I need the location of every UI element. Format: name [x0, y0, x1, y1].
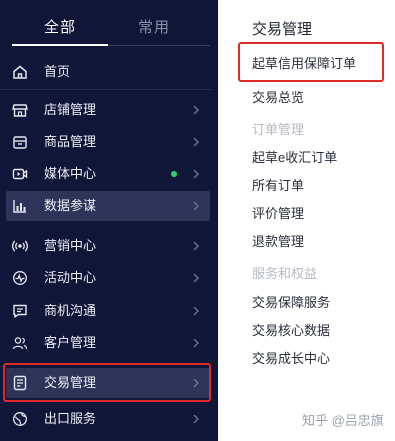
store-icon	[12, 102, 28, 118]
sidebar-item-messages[interactable]: 商机沟通	[0, 296, 212, 326]
chevron-right-icon	[191, 198, 201, 214]
video-icon	[12, 166, 28, 182]
sidebar-item-data[interactable]: 数据参谋	[6, 191, 210, 221]
chevron-right-icon	[191, 238, 201, 254]
sidebar-item-label: 首页	[44, 64, 71, 79]
submenu-link-guarantee-service[interactable]: 交易保障服务	[252, 295, 330, 311]
chevron-right-icon	[191, 166, 201, 182]
submenu-link-draft-ecollect[interactable]: 起草e收汇订单	[252, 150, 337, 166]
submenu-link-all-orders[interactable]: 所有订单	[252, 178, 304, 194]
sidebar-tabs: 全部 常用	[0, 0, 218, 52]
submenu-link-overview[interactable]: 交易总览	[252, 90, 304, 106]
submenu-group-heading: 订单管理	[252, 122, 305, 137]
new-badge-dot	[171, 171, 177, 177]
tab-common[interactable]: 常用	[106, 16, 202, 37]
sidebar-item-activity[interactable]: 活动中心	[0, 263, 212, 293]
sidebar-item-label: 活动中心	[44, 270, 97, 285]
chevron-right-icon	[191, 102, 201, 118]
sidebar-item-label: 出口服务	[44, 411, 97, 426]
tab-divider	[108, 45, 210, 46]
sidebar-item-media[interactable]: 媒体中心	[0, 159, 212, 189]
globe-icon	[12, 411, 28, 427]
sidebar-item-products[interactable]: 商品管理	[0, 127, 212, 157]
chevron-right-icon	[191, 270, 201, 286]
sidebar-item-home[interactable]: 首页	[0, 57, 212, 87]
sidebar-item-label: 店铺管理	[44, 102, 97, 117]
product-box-icon	[12, 134, 28, 150]
chevron-right-icon	[191, 134, 201, 150]
sidebar-item-label: 商品管理	[44, 134, 97, 149]
broadcast-icon	[12, 238, 28, 254]
sidebar-divider	[0, 89, 212, 90]
chevron-right-icon	[191, 303, 201, 319]
submenu-title: 交易管理	[252, 21, 313, 38]
sidebar-item-label: 营销中心	[44, 238, 97, 253]
submenu-group-heading: 服务和权益	[252, 266, 318, 281]
bar-chart-icon	[12, 198, 28, 214]
sidebar: 全部 常用 首页 店铺管理 商品管理 媒体中心 数据参谋 营销中心 活动中心 商…	[0, 0, 218, 441]
submenu-link-guarantee-order[interactable]: 起草信用保障订单	[252, 56, 356, 72]
sidebar-item-label: 数据参谋	[44, 198, 97, 213]
home-icon	[12, 64, 28, 80]
watermark: 知乎 @吕忠旗	[302, 413, 384, 428]
tab-all[interactable]: 全部	[12, 16, 108, 37]
annotation-highlight-box	[3, 363, 211, 402]
chevron-right-icon	[191, 411, 201, 427]
submenu-link-refunds[interactable]: 退款管理	[252, 234, 304, 250]
sidebar-item-label: 媒体中心	[44, 166, 97, 181]
sidebar-item-customers[interactable]: 客户管理	[0, 328, 212, 358]
users-icon	[12, 335, 28, 351]
sidebar-item-label: 客户管理	[44, 335, 97, 350]
submenu-link-reviews[interactable]: 评价管理	[252, 206, 304, 222]
chevron-right-icon	[191, 335, 201, 351]
sidebar-item-export[interactable]: 出口服务	[0, 404, 212, 434]
sidebar-item-store[interactable]: 店铺管理	[0, 95, 212, 125]
activity-pulse-icon	[12, 270, 28, 286]
submenu-panel: 交易管理 起草信用保障订单 交易总览 订单管理 起草e收汇订单 所有订单 评价管…	[218, 0, 395, 441]
submenu-link-core-data[interactable]: 交易核心数据	[252, 323, 330, 339]
message-icon	[12, 303, 28, 319]
submenu-link-growth-center[interactable]: 交易成长中心	[252, 351, 330, 367]
sidebar-item-marketing[interactable]: 营销中心	[0, 231, 212, 261]
sidebar-item-label: 商机沟通	[44, 303, 97, 318]
active-tab-underline	[12, 44, 108, 46]
